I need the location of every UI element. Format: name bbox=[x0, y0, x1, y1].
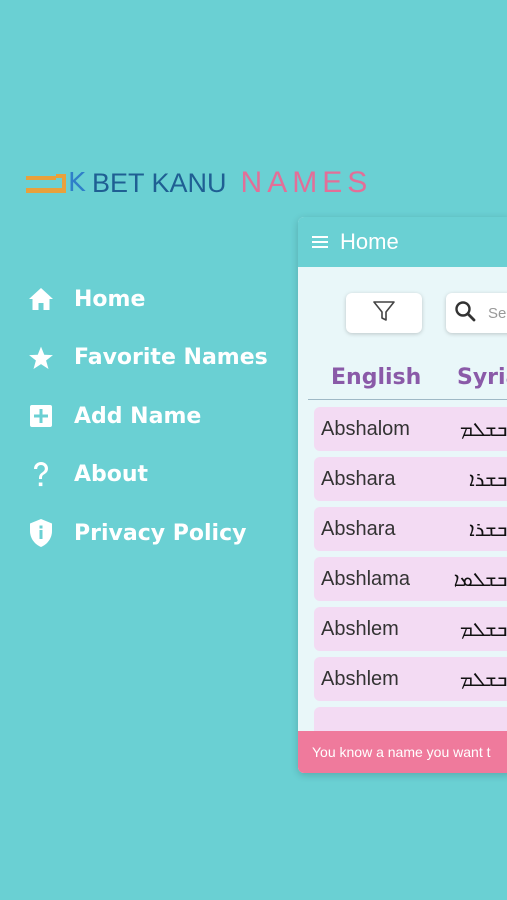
list-item[interactable]: Abshalom ܐܒܫܠܡ bbox=[314, 407, 507, 451]
menu-item-about[interactable]: About bbox=[26, 446, 268, 505]
name-english: Abshlem bbox=[321, 667, 399, 690]
page-title: Home bbox=[340, 229, 399, 254]
menu-item-privacy-policy[interactable]: Privacy Policy bbox=[26, 504, 268, 563]
menu-item-home[interactable]: Home bbox=[26, 270, 268, 329]
name-syriac: ܐܒܫܠܡ bbox=[459, 417, 507, 441]
app-header: Home bbox=[298, 217, 507, 267]
menu-item-label: Privacy Policy bbox=[74, 520, 247, 546]
menu-item-favorite-names[interactable]: Favorite Names bbox=[26, 329, 268, 388]
list-item[interactable]: Abshara ܐܒܫܪܐ bbox=[314, 507, 507, 551]
name-english: Abshara bbox=[321, 467, 396, 490]
list-item[interactable]: Abshlem ܐܒܫܠܡ bbox=[314, 657, 507, 701]
names-list: Abshalom ܐܒܫܠܡ Abshara ܐܒܫܪܐ Abshara ܐܒܫ… bbox=[314, 407, 507, 737]
filter-icon bbox=[372, 299, 396, 327]
filter-button[interactable] bbox=[346, 293, 422, 333]
column-header-syriac[interactable]: Syria bbox=[457, 365, 507, 390]
name-syriac: ܐܒܫܠܡ bbox=[459, 667, 507, 691]
star-icon bbox=[26, 343, 56, 373]
column-header-english[interactable]: English bbox=[331, 365, 421, 390]
logo-text-secondary: NAMES bbox=[240, 166, 373, 199]
name-english: Abshalom bbox=[321, 417, 410, 440]
name-english: Abshara bbox=[321, 517, 396, 540]
hamburger-menu-icon[interactable] bbox=[312, 236, 328, 248]
add-name-banner[interactable]: You know a name you want t bbox=[298, 731, 507, 773]
list-item[interactable]: Abshlama ܐܒܫܠܡܐ bbox=[314, 557, 507, 601]
name-syriac: ܐܒܫܠܡܐ bbox=[453, 567, 507, 591]
menu-item-label: Add Name bbox=[74, 403, 202, 429]
menu-item-label: Home bbox=[74, 286, 146, 312]
menu-item-add-name[interactable]: Add Name bbox=[26, 387, 268, 446]
name-syriac: ܐܒܫܪܐ bbox=[469, 517, 507, 541]
logo-text-primary: BET KANU bbox=[92, 167, 227, 198]
search-placeholder: Se bbox=[488, 304, 507, 322]
add-box-icon bbox=[26, 401, 56, 431]
list-item[interactable]: Abshara ܐܒܫܪܐ bbox=[314, 457, 507, 501]
menu-item-label: Favorite Names bbox=[74, 345, 268, 371]
list-item[interactable]: Abshlem ܐܒܫܠܡ bbox=[314, 607, 507, 651]
menu-item-label: About bbox=[74, 462, 149, 488]
banner-text: You know a name you want t bbox=[312, 744, 491, 760]
search-icon bbox=[454, 300, 476, 326]
home-icon bbox=[26, 284, 56, 314]
search-input[interactable]: Se bbox=[446, 293, 507, 333]
table-header: English Syria bbox=[298, 365, 507, 395]
logo-mark-icon: K bbox=[26, 168, 88, 198]
question-icon bbox=[26, 460, 56, 490]
divider bbox=[308, 399, 507, 400]
app-logo: K BET KANU NAMES bbox=[26, 166, 372, 200]
name-syriac: ܐܒܫܠܡ bbox=[459, 617, 507, 641]
shield-icon bbox=[26, 518, 56, 548]
name-english: Abshlem bbox=[321, 617, 399, 640]
logo-mark-letter: K bbox=[68, 168, 86, 198]
name-syriac: ܐܒܫܪܐ bbox=[469, 467, 507, 491]
drawer-menu: Home Favorite Names Add Name About Priva… bbox=[26, 270, 268, 563]
home-screen-preview[interactable]: Home Se English Syria Abshalom ܐܒܫܠܡ Abs… bbox=[298, 217, 507, 773]
name-english: Abshlama bbox=[321, 567, 410, 590]
